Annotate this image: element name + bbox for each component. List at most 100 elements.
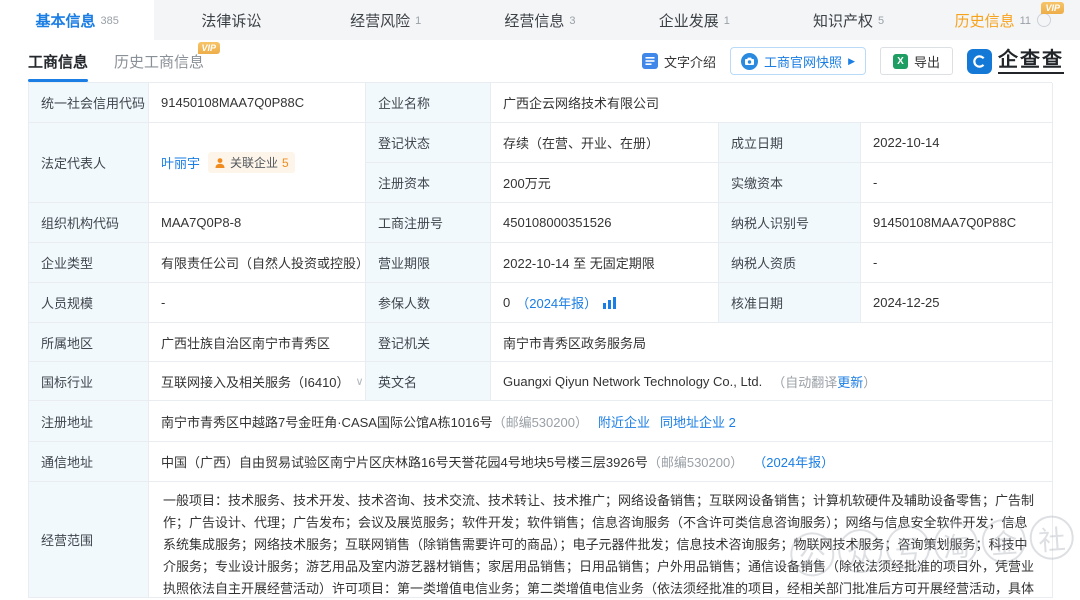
qichacha-logo-icon (967, 49, 992, 74)
tab-label: 经营信息 (504, 10, 564, 31)
play-arrow-icon: ▶ (848, 56, 855, 67)
taxpayer-id-value: 91450108MAA7Q0P88C (861, 203, 1053, 243)
subtab-label: 历史工商信息 (114, 54, 204, 71)
tab-operation-info[interactable]: 经营信息 3 (463, 0, 617, 40)
english-name-value: Guangxi Qiyun Network Technology Co., Lt… (503, 374, 762, 389)
insured-value: 0 (503, 295, 510, 310)
nearby-companies-link[interactable]: 附近企业 (598, 412, 650, 431)
reg-authority-label: 登记机关 (366, 323, 491, 362)
est-date-label: 成立日期 (719, 123, 861, 163)
paid-capital-value: - (861, 163, 1053, 203)
related-companies-label: 关联企业 (230, 154, 278, 171)
taxpayer-qual-value: - (861, 243, 1053, 283)
tab-count: 385 (100, 15, 118, 27)
industry-value: 互联网接入及相关服务（I6410） (161, 372, 350, 391)
org-code-value: MAA7Q0P8-8 (149, 203, 366, 243)
industry-label: 国标行业 (29, 362, 149, 401)
tab-company-development[interactable]: 企业发展 1 (617, 0, 771, 40)
insured-label: 参保人数 (366, 283, 491, 323)
tab-history-business-info[interactable]: 历史工商信息 VIP (114, 51, 204, 72)
region-value: 广西壮族自治区南宁市青秀区 (149, 323, 366, 362)
tab-count: 1 (724, 15, 730, 27)
vip-badge: VIP (198, 42, 221, 54)
business-term-label: 营业期限 (366, 243, 491, 283)
tab-label: 历史信息 (955, 10, 1015, 31)
tab-legal-litigation[interactable]: 法律诉讼 (154, 0, 308, 40)
industry-cell: 互联网接入及相关服务（I6410） ∨ (149, 362, 366, 401)
chevron-down-icon[interactable]: ∨ (356, 375, 364, 388)
reg-address-label: 注册地址 (29, 401, 149, 442)
legal-rep-cell: 叶丽宇 关联企业 5 (149, 123, 366, 203)
insured-report-link[interactable]: （2024年报） (516, 293, 597, 312)
reg-address-zip: （邮编530200） (493, 412, 588, 431)
tab-business-registration-info[interactable]: 工商信息 (28, 51, 88, 72)
tab-label: 企业发展 (659, 10, 719, 31)
reg-status-value: 存续（在营、开业、在册） (491, 123, 719, 163)
trend-chart-icon[interactable] (603, 297, 616, 309)
same-address-companies-link[interactable]: 同地址企业 2 (660, 412, 736, 431)
reg-address-cell: 南宁市青秀区中越路7号金旺角·CASA国际公馆A栋1016号 （邮编530200… (149, 401, 1053, 442)
mail-report-link[interactable]: （2024年报） (753, 452, 834, 471)
org-code-label: 组织机构代码 (29, 203, 149, 243)
company-type-label: 企业类型 (29, 243, 149, 283)
toolbar: 文字介绍 工商官网快照 ▶ X 导出 (642, 47, 1064, 75)
tab-basic-info[interactable]: 基本信息 385 (0, 0, 154, 40)
paid-capital-label: 实缴资本 (719, 163, 861, 203)
snapshot-button[interactable]: 工商官网快照 ▶ (730, 47, 866, 75)
company-type-value: 有限责任公司（自然人投资或控股） (149, 243, 366, 283)
credit-code-value: 91450108MAA7Q0P88C (149, 83, 366, 123)
taxpayer-id-label: 纳税人识别号 (719, 203, 861, 243)
est-date-value: 2022-10-14 (861, 123, 1053, 163)
auto-translate-note-close: ） (863, 372, 876, 391)
info-circle-icon[interactable] (1037, 13, 1051, 27)
tab-label: 法律诉讼 (201, 10, 261, 31)
reg-authority-value: 南宁市青秀区政务服务局 (491, 323, 1053, 362)
translate-update-link[interactable]: 更新 (837, 372, 863, 391)
tab-count: 11 (1020, 15, 1031, 27)
tab-label: 基本信息 (35, 10, 95, 31)
reg-status-label: 登记状态 (366, 123, 491, 163)
tab-count: 5 (878, 15, 884, 27)
mail-address-zip: （邮编530200） (648, 452, 743, 471)
top-nav: 基本信息 385 法律诉讼 经营风险 1 经营信息 3 企业发展 1 知识产权 … (0, 0, 1080, 40)
excel-icon: X (893, 54, 908, 69)
snapshot-label: 工商官网快照 (764, 52, 842, 71)
insured-cell: 0 （2024年报） (491, 283, 719, 323)
legal-rep-label: 法定代表人 (29, 123, 149, 203)
tab-intellectual-property[interactable]: 知识产权 5 (771, 0, 925, 40)
vip-badge: VIP (1041, 2, 1064, 14)
business-term-value: 2022-10-14 至 无固定期限 (491, 243, 719, 283)
english-name-cell: Guangxi Qiyun Network Technology Co., Lt… (491, 362, 1053, 401)
info-table: 统一社会信用代码 91450108MAA7Q0P88C 企业名称 广西企云网络技… (28, 82, 1052, 598)
auto-translate-note: （自动翻译 (772, 372, 837, 391)
text-intro-label: 文字介绍 (664, 52, 716, 71)
tab-history-info[interactable]: VIP 历史信息 11 (926, 0, 1080, 40)
related-companies-count: 5 (282, 156, 289, 170)
reg-address-value: 南宁市青秀区中越路7号金旺角·CASA国际公馆A栋1016号 (161, 412, 493, 431)
tab-operation-risk[interactable]: 经营风险 1 (309, 0, 463, 40)
mail-address-value: 中国（广西）自由贸易试验区南宁片区庆林路16号天誉花园4号地块5号楼三层3926… (161, 452, 648, 471)
qichacha-logo-text: 企查查 (998, 48, 1064, 74)
credit-code-label: 统一社会信用代码 (29, 83, 149, 123)
tab-count: 3 (569, 15, 575, 27)
export-button[interactable]: X 导出 (880, 47, 953, 75)
tab-label: 经营风险 (350, 10, 410, 31)
company-basic-info-page: 基本信息 385 法律诉讼 经营风险 1 经营信息 3 企业发展 1 知识产权 … (0, 0, 1080, 600)
reg-capital-value: 200万元 (491, 163, 719, 203)
reg-no-label: 工商注册号 (366, 203, 491, 243)
company-name-label: 企业名称 (366, 83, 491, 123)
mail-address-cell: 中国（广西）自由贸易试验区南宁片区庆林路16号天誉花园4号地块5号楼三层3926… (149, 442, 1053, 482)
sub-header: 工商信息 历史工商信息 VIP 文字介绍 (0, 40, 1080, 82)
related-companies-badge[interactable]: 关联企业 5 (208, 152, 295, 173)
legal-rep-link[interactable]: 叶丽宇 (161, 153, 200, 172)
qichacha-logo[interactable]: 企查查 (967, 48, 1064, 74)
staff-size-label: 人员规模 (29, 283, 149, 323)
text-intro-button[interactable]: 文字介绍 (642, 52, 716, 71)
scope-label: 经营范围 (29, 482, 149, 598)
camera-icon (741, 53, 758, 70)
approval-date-value: 2024-12-25 (861, 283, 1053, 323)
company-name-value: 广西企云网络技术有限公司 (491, 83, 1053, 123)
scope-value: 一般项目：技术服务、技术开发、技术咨询、技术交流、技术转让、技术推广；网络设备销… (149, 482, 1053, 598)
subtab-label: 工商信息 (28, 54, 88, 71)
mail-address-label: 通信地址 (29, 442, 149, 482)
